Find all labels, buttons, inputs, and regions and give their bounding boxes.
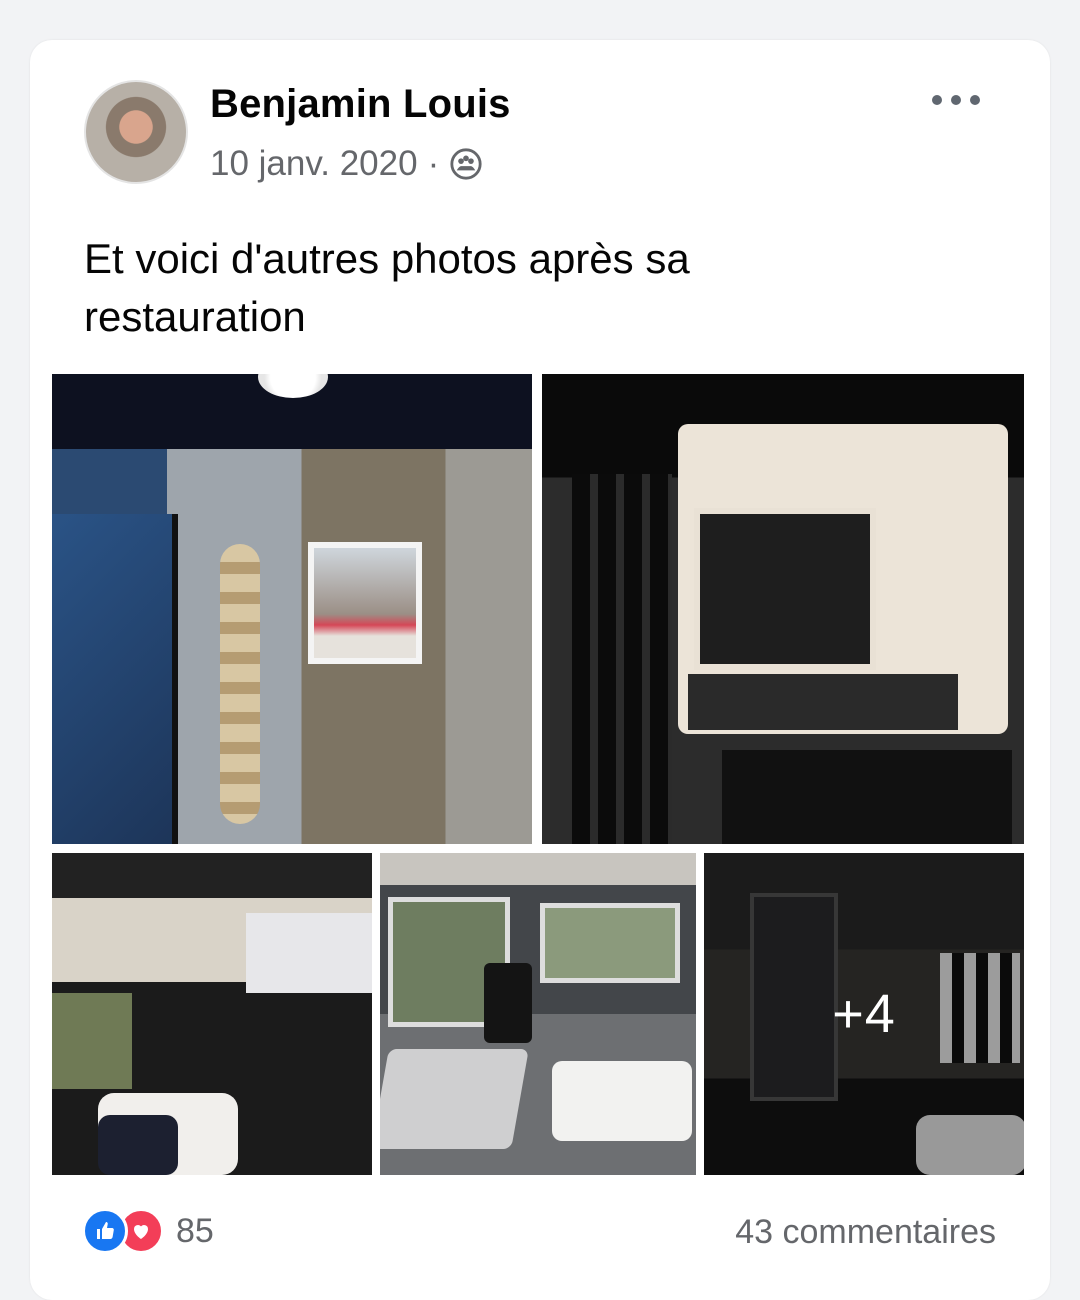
author-name[interactable]: Benjamin Louis — [210, 82, 511, 127]
photo-5-more[interactable]: +4 — [704, 853, 1024, 1175]
post-card: Benjamin Louis 10 janv. 2020 · Et voici … — [30, 40, 1050, 1300]
post-text: Et voici d'autres photos après sa restau… — [84, 235, 690, 340]
comments-count-link[interactable]: 43 commentaires — [735, 1213, 996, 1252]
group-icon[interactable] — [449, 147, 483, 181]
post-date[interactable]: 10 janv. 2020 — [210, 144, 418, 184]
post-meta: 10 janv. 2020 · — [210, 144, 483, 184]
reaction-count: 85 — [176, 1211, 214, 1250]
more-photos-count: +4 — [832, 984, 896, 1044]
meta-separator: · — [427, 144, 440, 183]
like-icon — [82, 1208, 128, 1254]
photo-4[interactable] — [380, 853, 696, 1175]
author-avatar[interactable] — [84, 80, 188, 184]
more-photos-overlay[interactable]: +4 — [704, 853, 1024, 1175]
more-options-icon[interactable] — [932, 88, 980, 112]
photo-2[interactable] — [542, 374, 1024, 844]
reactions-summary[interactable]: 85 — [82, 1208, 214, 1254]
photo-3[interactable] — [52, 853, 372, 1175]
photo-1[interactable] — [52, 374, 532, 844]
